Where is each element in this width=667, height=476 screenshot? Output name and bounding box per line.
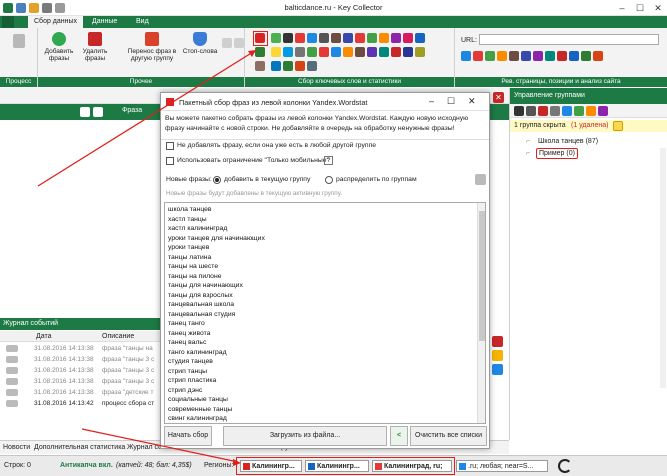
annotation-arrows	[37, 50, 256, 466]
arrow-line	[37, 51, 254, 187]
arrow-head	[233, 459, 241, 466]
arrow-head	[248, 50, 256, 57]
arrow-line	[81, 428, 239, 463]
